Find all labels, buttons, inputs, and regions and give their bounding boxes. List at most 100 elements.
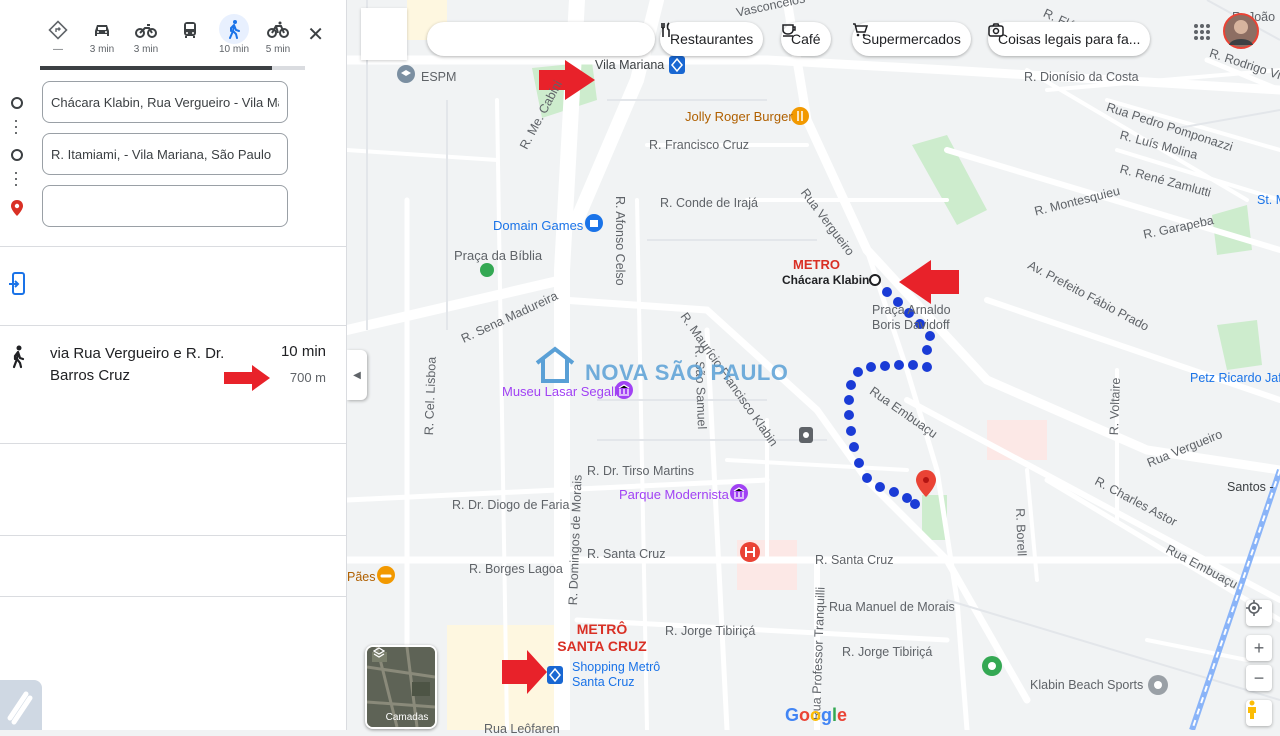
sports-icon: [1148, 675, 1168, 695]
mode-progress-bar: [40, 66, 305, 70]
mode-transit[interactable]: [172, 14, 208, 44]
add-stop-field[interactable]: [42, 185, 288, 227]
waypoint-dot-icon: [11, 149, 23, 161]
layers-label: Camadas: [385, 712, 429, 723]
map-label: R. Dr. Tirso Martins: [587, 464, 694, 478]
map-label: R. Santa Cruz: [815, 553, 894, 567]
chip-restaurants[interactable]: Restaurantes: [660, 22, 764, 56]
map-label: Pães: [347, 570, 376, 584]
chip-things-to-do[interactable]: Coisas legais para fa...: [988, 22, 1151, 56]
cart-icon: [853, 23, 868, 37]
map-label: R. Cel. Lisboa: [422, 356, 439, 436]
route-time: 10 min: [280, 343, 326, 360]
mode-walking[interactable]: 10 min: [216, 14, 252, 55]
map-label: R. São Samuel: [692, 345, 709, 430]
map-label: ESPM: [421, 70, 457, 84]
walking-icon: [229, 20, 240, 39]
map-label: R. Dr. Diogo de Faria: [452, 498, 570, 512]
zoom-out-button[interactable]: −: [1246, 665, 1272, 691]
divider: [0, 443, 346, 444]
map-label: Jolly Roger Burger: [685, 109, 793, 124]
bicycle-icon: [267, 21, 289, 38]
map-label: Praça da Bíblia: [454, 248, 543, 263]
bakery-icon: [377, 566, 395, 584]
location-crosshair-icon: [1246, 600, 1262, 616]
mode-best[interactable]: —: [40, 14, 76, 55]
divider: [0, 535, 346, 536]
coffee-icon: [782, 24, 796, 37]
restaurant-icon: [791, 107, 809, 125]
map-canvas[interactable]: ESPM Vila Mariana Jolly Roger Burger R. …: [347, 0, 1280, 736]
map-blank-box: [361, 8, 407, 60]
metro-label: METRO: [793, 257, 840, 272]
layers-button[interactable]: Camadas: [365, 645, 437, 729]
map-label: Shopping Metrô Santa Cruz: [572, 660, 661, 689]
map-label: R. Borell: [1013, 508, 1029, 557]
map-label: R. Jorge Tibiriçá: [842, 645, 933, 659]
map-label: Rua Leôfaren: [484, 722, 560, 736]
camera-icon: [988, 23, 1004, 37]
map-label: Rua Manuel de Morais: [829, 600, 955, 614]
map-label: R. Afonso Celso: [613, 196, 627, 286]
destination-field[interactable]: R. Itamiami, - Vila Mariana, São Paulo: [42, 133, 288, 175]
hospital-icon: [740, 542, 760, 562]
map-label: Boris Davidoff: [872, 318, 950, 332]
walking-icon: [12, 345, 25, 369]
divider: [0, 246, 346, 247]
map-label: R. Jorge Tibiriçá: [665, 624, 756, 638]
motorcycle-icon: [135, 24, 157, 38]
avatar[interactable]: [1223, 12, 1259, 50]
car-icon: [95, 25, 109, 36]
chip-supermarkets[interactable]: Supermercados: [852, 22, 971, 56]
metro-station-icon: [669, 56, 685, 74]
metro-station-icon: [799, 427, 813, 443]
origin-field[interactable]: Chácara Klabin, Rua Vergueiro - Vila Mar…: [42, 81, 288, 123]
park-icon: [982, 656, 1002, 676]
origin-dot-icon: [11, 97, 23, 109]
map-search-input[interactable]: [427, 22, 655, 56]
shopping-icon: [585, 214, 603, 232]
send-to-phone-icon[interactable]: [8, 272, 26, 296]
route-option[interactable]: via Rua Vergueiro e R. Dr. Barros Cruz 1…: [0, 325, 346, 443]
map-label: R. Borges Lagoa: [469, 562, 563, 576]
mode-cycling[interactable]: 5 min: [260, 14, 296, 55]
map-label: R. Dionísio da Costa: [1024, 70, 1139, 84]
map-label: R. Voltaire: [1107, 377, 1124, 436]
map-label: R. Francisco Cruz: [649, 138, 750, 152]
close-icon[interactable]: ✕: [307, 22, 324, 47]
watermark-text: NOVA SÃO PAULO: [585, 360, 789, 385]
map-label: Santos -: [1227, 480, 1274, 494]
directions-panel: — 3 min 3 min 10 min 5 min ✕ Chácara Kla…: [0, 0, 347, 730]
map-label: Petz Ricardo Jafet: [1190, 371, 1280, 385]
google-logo: Google: [785, 705, 848, 725]
red-arrow-annotation: [224, 365, 270, 391]
my-location-button[interactable]: [1246, 600, 1272, 626]
pegman-icon: [1248, 700, 1256, 719]
collapse-panel-button[interactable]: ◀: [347, 350, 367, 400]
chip-cafe[interactable]: Café: [781, 22, 831, 56]
map-label: Parque Modernista: [619, 487, 729, 502]
mode-motorcycle[interactable]: 3 min: [128, 14, 164, 55]
destination-pin-icon: [11, 200, 23, 216]
connector-dots: [15, 172, 17, 190]
mode-driving[interactable]: 3 min: [84, 14, 120, 55]
map-label: R. Santa Cruz: [587, 547, 666, 561]
diamond-route-icon: [48, 20, 68, 40]
metro-santa-cruz-label: METRÔ SANTA CRUZ: [557, 621, 647, 654]
zoom-in-button[interactable]: +: [1246, 635, 1272, 661]
route-distance: 700 m: [289, 370, 326, 385]
university-icon: [397, 65, 415, 83]
park-icon: [480, 263, 494, 277]
museum-icon: [730, 484, 748, 502]
layers-icon: [373, 647, 385, 658]
watermark-house-icon: [535, 346, 575, 383]
travel-mode-bar: — 3 min 3 min 10 min 5 min: [40, 14, 326, 68]
map-label: St. M: [1257, 193, 1280, 207]
map-label: Museu Lasar Segall: [502, 384, 617, 399]
apps-grid-icon[interactable]: [1193, 23, 1211, 41]
map-label: Praça Arnaldo: [872, 303, 951, 317]
app-logo-icon: [0, 680, 42, 730]
street-view-button[interactable]: [1246, 700, 1272, 726]
map-label: Domain Games: [493, 218, 584, 233]
divider: [0, 596, 346, 597]
